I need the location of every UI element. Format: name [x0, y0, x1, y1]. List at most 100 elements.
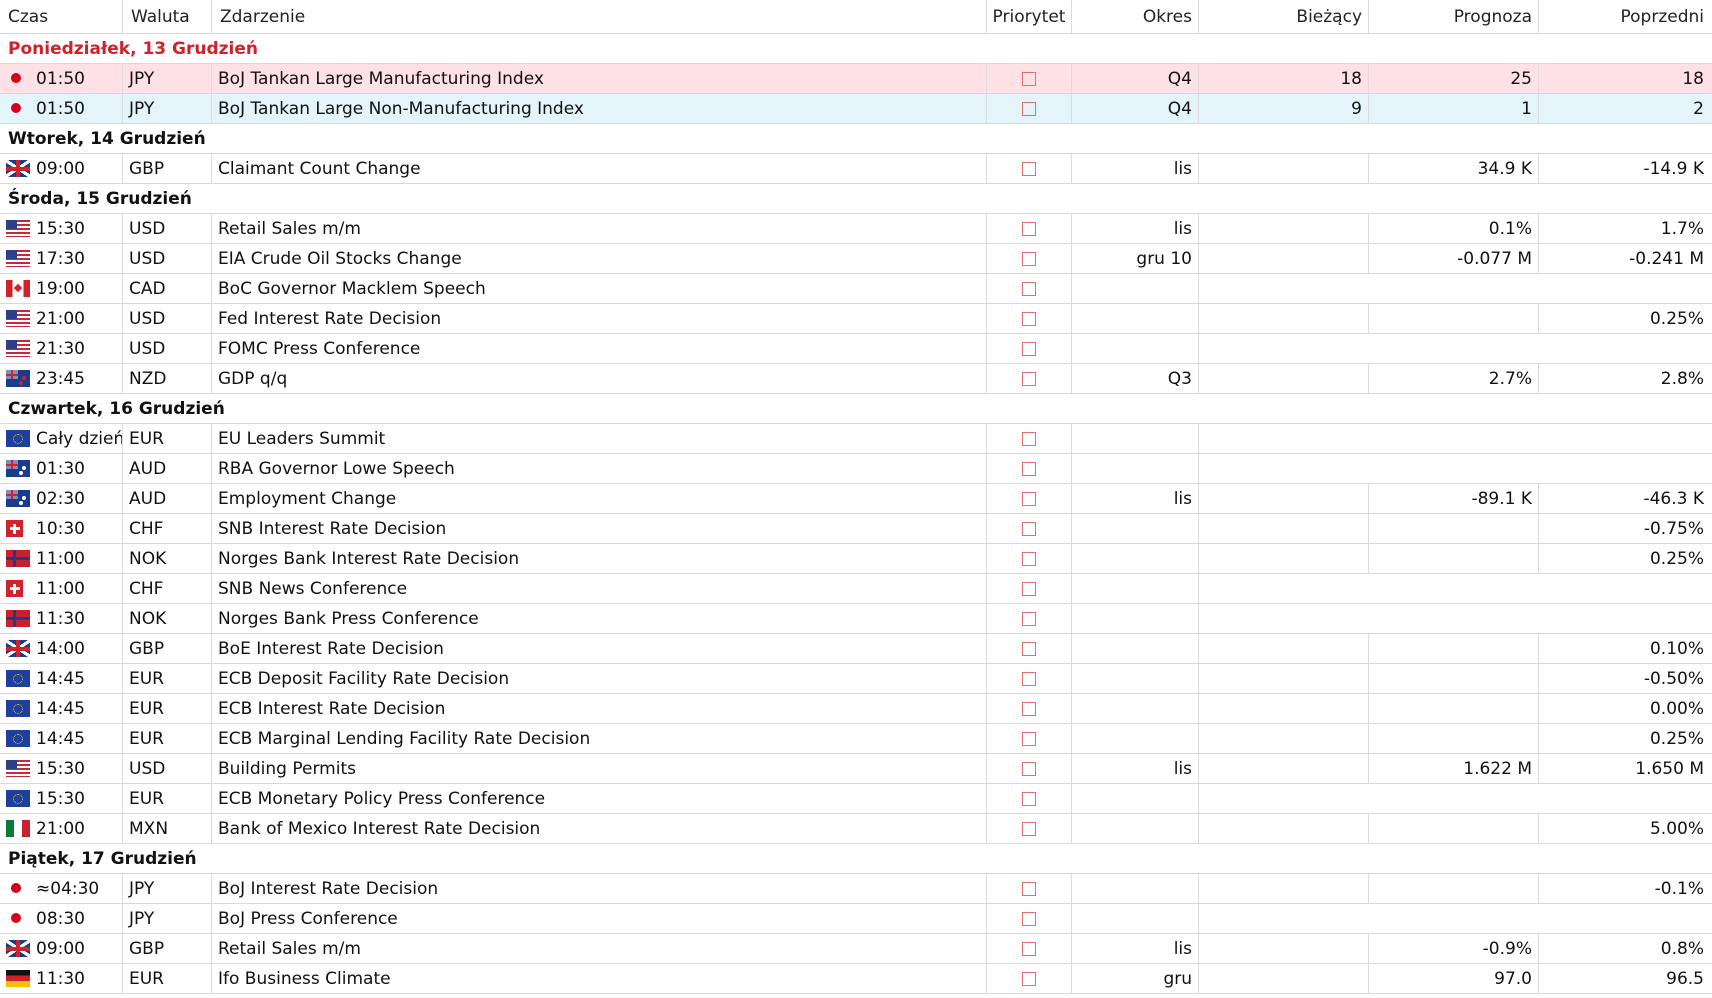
priority-checkbox[interactable] — [1022, 881, 1036, 896]
table-row[interactable]: 15:30 USD Retail Sales m/m lis 0.1% 1.7% — [0, 214, 1712, 244]
flag-ca-icon — [6, 280, 30, 297]
period-cell: lis — [1072, 484, 1199, 513]
priority-checkbox[interactable] — [1022, 341, 1036, 356]
column-header-previous[interactable]: Poprzedni — [1539, 0, 1712, 33]
time-cell: 14:45 — [0, 664, 123, 693]
table-row[interactable]: Cały dzień EUR EU Leaders Summit — [0, 424, 1712, 454]
flag-gb-icon — [6, 640, 30, 657]
table-row[interactable]: 08:30 JPY BoJ Press Conference — [0, 904, 1712, 934]
priority-checkbox[interactable] — [1022, 71, 1036, 86]
priority-cell — [987, 334, 1072, 363]
table-row[interactable]: 14:45 EUR ECB Marginal Lending Facility Ra… — [0, 724, 1712, 754]
table-row[interactable]: 15:30 USD Building Permits lis 1.622 M 1.650 … — [0, 754, 1712, 784]
priority-checkbox[interactable] — [1022, 521, 1036, 536]
priority-checkbox[interactable] — [1022, 431, 1036, 446]
column-header-time[interactable]: Czas — [0, 0, 123, 33]
event-cell: Retail Sales m/m — [212, 214, 987, 243]
table-row[interactable]: 11:30 EUR Ifo Business Climate gru 97.0 96.5 — [0, 964, 1712, 994]
time-cell: ≈04:30 — [0, 874, 123, 903]
table-row[interactable]: 15:30 EUR ECB Monetary Policy Press Confer… — [0, 784, 1712, 814]
table-row[interactable]: 09:00 GBP Claimant Count Change lis 34.9 K -1… — [0, 154, 1712, 184]
priority-checkbox[interactable] — [1022, 581, 1036, 596]
table-row[interactable]: 01:30 AUD RBA Governor Lowe Speech — [0, 454, 1712, 484]
table-row[interactable]: 14:45 EUR ECB Deposit Facility Rate Decisi… — [0, 664, 1712, 694]
column-header-period[interactable]: Okres — [1072, 0, 1199, 33]
previous-cell: 0.10% — [1649, 638, 1704, 659]
period-cell: lis — [1072, 934, 1199, 963]
time-cell: 15:30 — [0, 214, 123, 243]
table-row[interactable]: 09:00 GBP Retail Sales m/m lis -0.9% 0.8% — [0, 934, 1712, 964]
column-header-forecast[interactable]: Prognoza — [1369, 0, 1539, 33]
table-row[interactable]: 11:30 NOK Norges Bank Press Conference — [0, 604, 1712, 634]
priority-cell — [987, 274, 1072, 303]
table-row[interactable]: 23:45 NZD GDP q/q Q3 2.7% 2.8% — [0, 364, 1712, 394]
column-header-currency[interactable]: Waluta — [123, 0, 212, 33]
priority-checkbox[interactable] — [1022, 821, 1036, 836]
currency-cell: EUR — [123, 694, 212, 723]
priority-checkbox[interactable] — [1022, 461, 1036, 476]
currency-cell: NOK — [123, 604, 212, 633]
currency-cell: CHF — [123, 574, 212, 603]
table-row[interactable]: 21:00 MXN Bank of Mexico Interest Rate Dec… — [0, 814, 1712, 844]
priority-checkbox[interactable] — [1022, 971, 1036, 986]
day-header-row[interactable]: Wtorek, 14 Grudzień — [0, 124, 1712, 154]
actual-cell — [1199, 754, 1369, 783]
time-cell: 09:00 — [0, 154, 123, 183]
table-row[interactable]: 11:00 CHF SNB News Conference — [0, 574, 1712, 604]
priority-checkbox[interactable] — [1022, 941, 1036, 956]
priority-checkbox[interactable] — [1022, 701, 1036, 716]
flag-us-icon — [6, 220, 30, 237]
priority-checkbox[interactable] — [1022, 491, 1036, 506]
table-row[interactable]: 10:30 CHF SNB Interest Rate Decision -0.75% — [0, 514, 1712, 544]
priority-checkbox[interactable] — [1022, 761, 1036, 776]
economic-calendar-table: Czas Waluta Zdarzenie Priorytet Okres Bi… — [0, 0, 1712, 994]
time-cell: 01:30 — [0, 454, 123, 483]
priority-checkbox[interactable] — [1022, 371, 1036, 386]
priority-checkbox[interactable] — [1022, 551, 1036, 566]
column-header-actual[interactable]: Bieżący — [1199, 0, 1369, 33]
time-cell: 19:00 — [0, 274, 123, 303]
priority-checkbox[interactable] — [1022, 251, 1036, 266]
priority-checkbox[interactable] — [1022, 731, 1036, 746]
priority-checkbox[interactable] — [1022, 671, 1036, 686]
priority-checkbox[interactable] — [1022, 101, 1036, 116]
priority-checkbox[interactable] — [1022, 791, 1036, 806]
flag-us-icon — [6, 340, 30, 357]
actual-cell — [1199, 634, 1369, 663]
table-row[interactable]: 21:30 USD FOMC Press Conference — [0, 334, 1712, 364]
table-row[interactable]: 17:30 USD EIA Crude Oil Stocks Change gru 1… — [0, 244, 1712, 274]
forecast-cell — [1369, 634, 1539, 663]
table-row[interactable]: 14:00 GBP BoE Interest Rate Decision 0.10% — [0, 634, 1712, 664]
event-cell: SNB Interest Rate Decision — [212, 514, 987, 543]
table-row[interactable]: 14:45 EUR ECB Interest Rate Decision 0.00% — [0, 694, 1712, 724]
day-header-row[interactable]: Środa, 15 Grudzień — [0, 184, 1712, 214]
currency-cell: USD — [123, 334, 212, 363]
priority-checkbox[interactable] — [1022, 641, 1036, 656]
table-row[interactable]: 01:50 JPY BoJ Tankan Large Non-Manufacturi… — [0, 94, 1712, 124]
forecast-cell — [1369, 874, 1539, 903]
table-row[interactable]: 01:50 JPY BoJ Tankan Large Manufacturing I… — [0, 64, 1712, 94]
time-cell: 17:30 — [0, 244, 123, 273]
table-row[interactable]: 11:00 NOK Norges Bank Interest Rate Decisi… — [0, 544, 1712, 574]
priority-checkbox[interactable] — [1022, 611, 1036, 626]
day-header-row[interactable]: Poniedziałek, 13 Grudzień — [0, 34, 1712, 64]
priority-checkbox[interactable] — [1022, 161, 1036, 176]
priority-checkbox[interactable] — [1022, 221, 1036, 236]
time-cell: 11:00 — [0, 574, 123, 603]
table-row[interactable]: 02:30 AUD Employment Change lis -89.1 K -46.3… — [0, 484, 1712, 514]
column-header-event[interactable]: Zdarzenie — [212, 0, 987, 33]
time-text: 14:45 — [36, 698, 85, 719]
table-row[interactable]: 21:00 USD Fed Interest Rate Decision 0.25% — [0, 304, 1712, 334]
priority-checkbox[interactable] — [1022, 311, 1036, 326]
priority-checkbox[interactable] — [1022, 911, 1036, 926]
day-header-row[interactable]: Czwartek, 16 Grudzień — [0, 394, 1712, 424]
table-row[interactable]: ≈04:30 JPY BoJ Interest Rate Decision -0.1% — [0, 874, 1712, 904]
priority-checkbox[interactable] — [1022, 281, 1036, 296]
table-row[interactable]: 19:00 CAD BoC Governor Macklem Speech — [0, 274, 1712, 304]
flag-gb-icon — [6, 160, 30, 177]
currency-cell: JPY — [123, 904, 212, 933]
actual-cell — [1199, 934, 1369, 963]
day-header-row[interactable]: Piątek, 17 Grudzień — [0, 844, 1712, 874]
column-header-priority[interactable]: Priorytet — [987, 0, 1072, 33]
event-cell: BoC Governor Macklem Speech — [212, 274, 987, 303]
